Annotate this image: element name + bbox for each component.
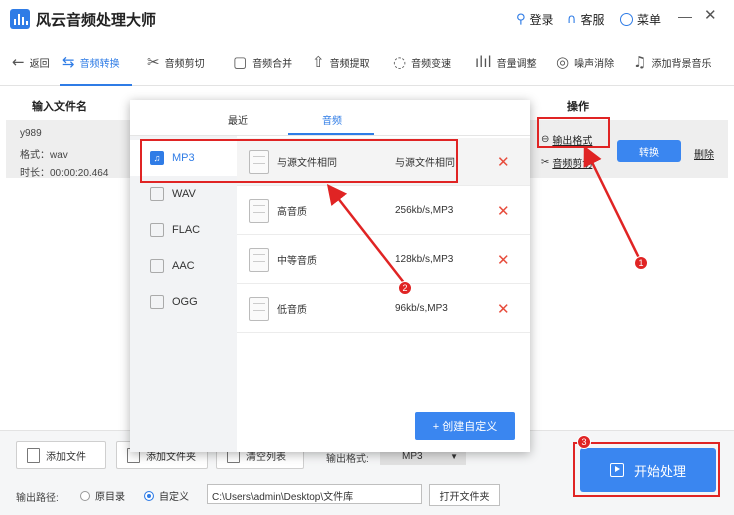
arrow-1 [583,145,642,261]
annotation-badge-3: 3 [577,435,591,449]
arrow-2 [326,184,406,285]
highlight-box-mp3 [140,139,458,183]
highlight-box-start [573,442,720,497]
annotation-badge-1: 1 [634,256,648,270]
highlight-box-output-format [537,117,610,148]
annotation-arrows [326,145,642,285]
annotation-badge-2: 2 [398,281,412,295]
